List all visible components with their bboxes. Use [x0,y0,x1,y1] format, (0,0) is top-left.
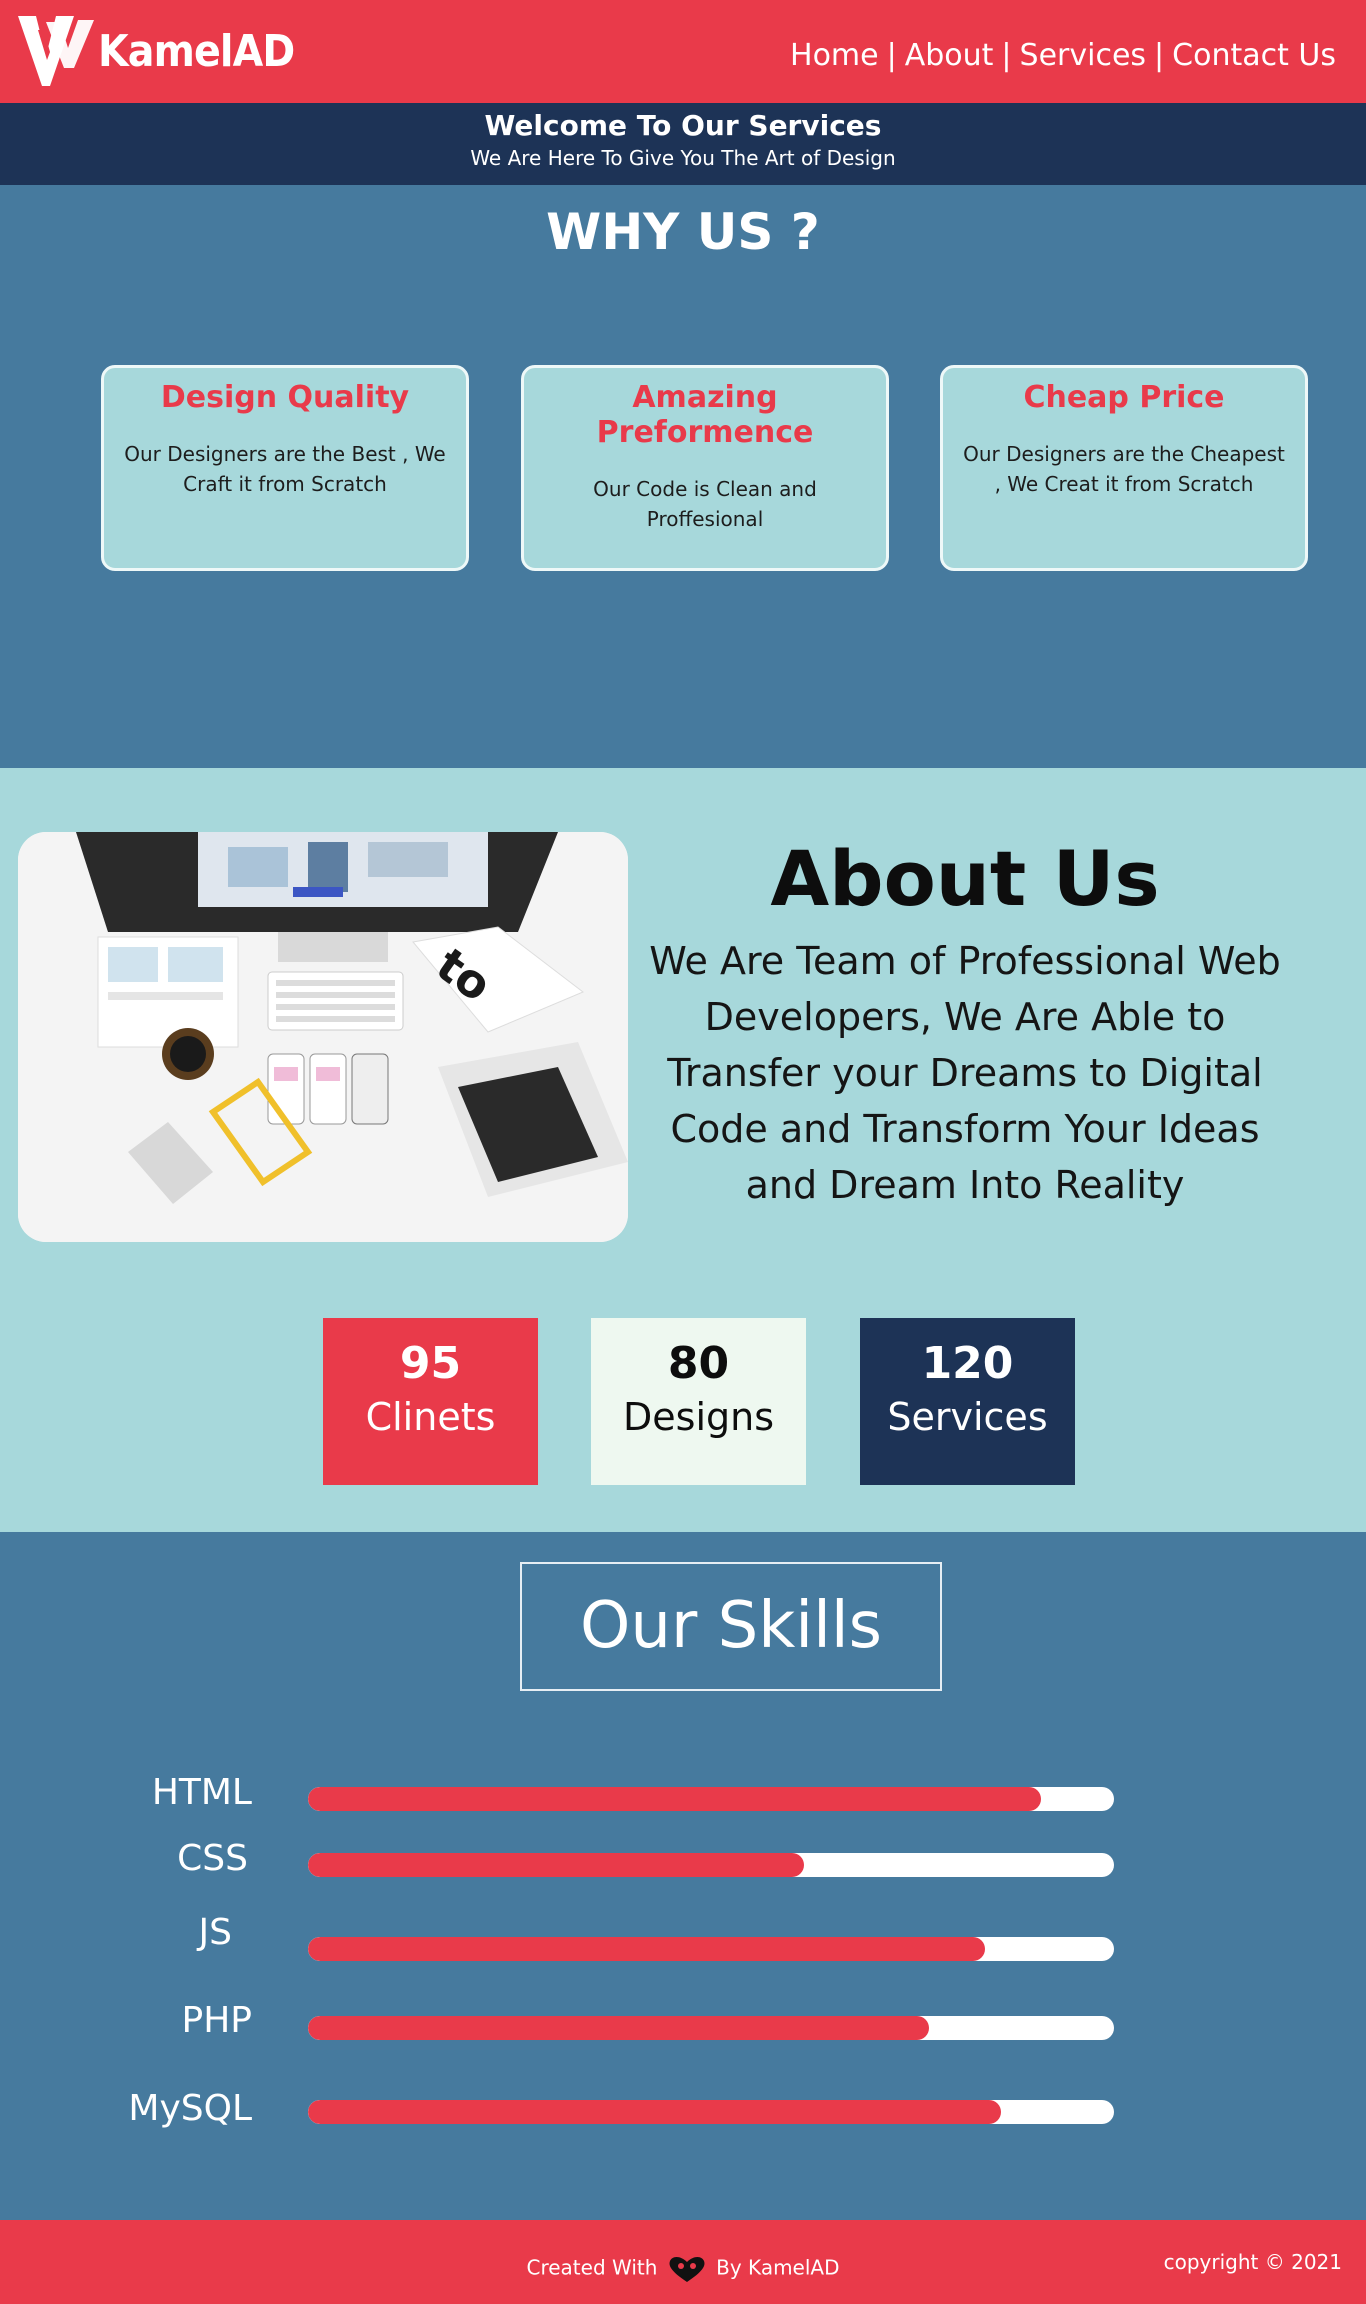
stat-label: Designs [623,1395,774,1439]
footer-credit: Created With By KamelAD [0,2254,1366,2284]
site-footer: Created With By KamelAD copyright © 2021 [0,2220,1366,2304]
stat-label: Clinets [365,1395,496,1439]
nav-separator: | [886,38,897,73]
skill-fill [308,1937,986,1961]
stat-number: 80 [667,1338,730,1389]
site-header: KamelAD Home | About | Services | Contac… [0,0,1366,103]
feature-card-cheap-price: Cheap Price Our Designers are the Cheape… [940,365,1308,571]
card-text: Our Designers are the Cheapest , We Crea… [963,442,1285,496]
created-with-text: Created With [526,2255,658,2280]
skill-fill [308,2016,929,2040]
skill-bar-js [308,1937,1114,1961]
stat-services: 120 Services [860,1318,1075,1485]
workspace-photo: to [18,832,628,1242]
skill-fill [308,2100,1002,2124]
skill-bar-css [308,1853,1114,1877]
skill-label-css: CSS [177,1838,248,1879]
feature-card-performance: Amazing Preformence Our Code is Clean an… [521,365,889,571]
main-nav: Home | About | Services | Contact Us [790,38,1336,73]
skill-label-js: JS [198,1912,232,1953]
stat-designs: 80 Designs [591,1318,806,1485]
desk-illustration: to [18,832,628,1242]
logo-mark-icon [18,16,94,86]
skill-label-mysql: MySQL [128,2088,252,2129]
skills-title: Our Skills [520,1562,942,1691]
skill-fill [308,1787,1042,1811]
nav-about[interactable]: About [905,38,994,73]
stat-label: Services [887,1395,1048,1439]
skill-label-php: PHP [181,2000,253,2041]
nav-separator: | [1001,38,1012,73]
about-title: About Us [770,834,1160,923]
about-text: We Are Team of Professional Web Develope… [649,939,1281,1207]
welcome-banner: Welcome To Our Services We Are Here To G… [0,103,1366,185]
skill-bar-php [308,2016,1114,2040]
heart-icon [669,2257,705,2282]
skills-section: Our Skills HTML CSS JS PHP MySQL [0,1532,1366,2220]
logo-text: KamelAD [98,25,295,77]
skill-label-html: HTML [151,1772,252,1813]
why-us-section: WHY US ? Design Quality Our Designers ar… [0,185,1366,768]
card-title: Amazing Preformence [596,380,814,450]
nav-services[interactable]: Services [1020,38,1147,73]
nav-contact[interactable]: Contact Us [1172,38,1336,73]
about-section: to About Us We Are Team of Professional … [0,768,1366,1532]
why-us-title: WHY US ? [546,203,820,261]
stat-clients: 95 Clinets [323,1318,538,1485]
skill-fill [308,1853,804,1877]
skill-bar-html [308,1787,1114,1811]
card-title: Design Quality [160,380,410,415]
by-author-text: By KamelAD [716,2255,840,2280]
welcome-title: Welcome To Our Services [484,109,882,142]
card-text: Our Code is Clean and Proffesional [593,477,817,531]
nav-separator: | [1154,38,1165,73]
nav-home[interactable]: Home [790,38,879,73]
copyright: copyright © 2021 [1163,2250,1342,2274]
card-text: Our Designers are the Best , We Craft it… [124,442,446,496]
stat-number: 120 [921,1338,1014,1389]
card-title: Cheap Price [1023,380,1225,415]
logo[interactable]: KamelAD [16,12,316,90]
feature-card-design-quality: Design Quality Our Designers are the Bes… [101,365,469,571]
stat-number: 95 [399,1338,462,1389]
skill-bar-mysql [308,2100,1114,2124]
welcome-subtitle: We Are Here To Give You The Art of Desig… [470,146,896,170]
